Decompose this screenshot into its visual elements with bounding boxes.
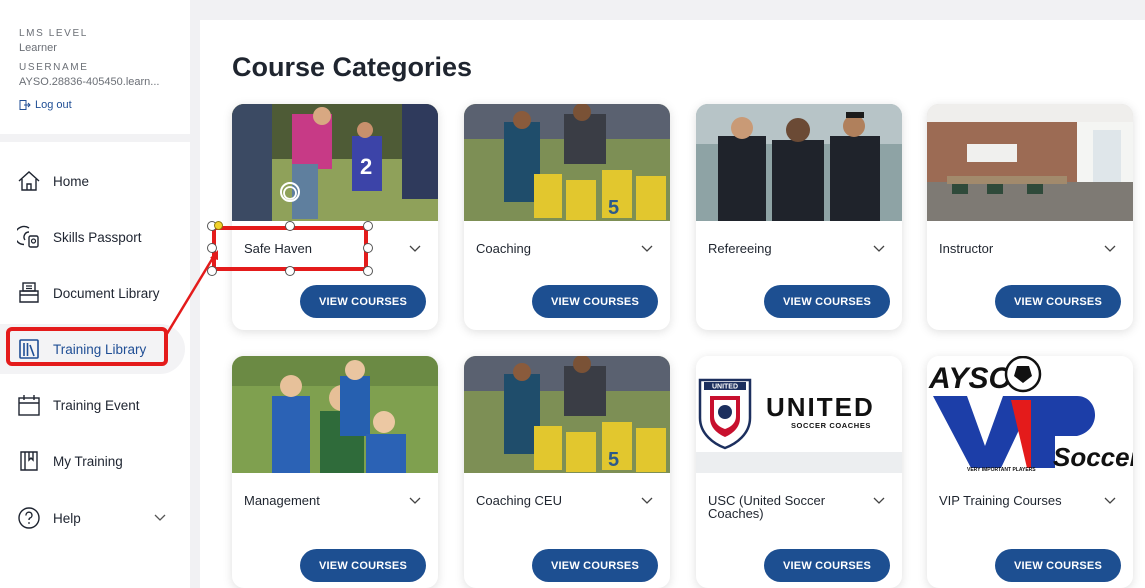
sidebar-item-label: My Training <box>53 453 123 469</box>
view-courses-button[interactable]: VIEW COURSES <box>764 285 890 318</box>
lms-level-value: Learner <box>19 42 57 54</box>
category-card-safe-haven: 2 Safe Haven VIEW COURSES <box>232 104 438 330</box>
category-image: 2 <box>232 104 438 221</box>
rotate-handle <box>214 221 223 230</box>
resize-handle <box>207 221 217 231</box>
sidebar-item-label: Help <box>53 510 81 526</box>
view-courses-button[interactable]: VIEW COURSES <box>300 549 426 582</box>
top-bar <box>190 0 1145 20</box>
category-title: Coaching <box>476 241 531 256</box>
logout-link[interactable]: Log out <box>19 99 190 111</box>
usc-subtitle: SOCCER COACHES <box>791 421 871 430</box>
category-card-coaching: 5 Coaching VIEW COURSES <box>464 104 670 330</box>
category-card-refereeing: Refereeing VIEW COURSES <box>696 104 902 330</box>
view-courses-button[interactable]: VIEW COURSES <box>995 549 1121 582</box>
category-title: USC (United Soccer Coaches) <box>708 493 826 521</box>
chevron-down-icon[interactable] <box>1103 493 1117 507</box>
home-icon <box>17 169 41 193</box>
svg-text:5: 5 <box>608 449 619 471</box>
sidebar-item-label: Document Library <box>53 285 160 301</box>
sidebar-item-document-library[interactable]: Document Library <box>0 268 185 318</box>
sidebar-item-label: Home <box>53 173 90 189</box>
vip-ayso-text: AYSO <box>928 362 1012 395</box>
category-title: VIP Training Courses <box>939 493 1062 508</box>
username-value: AYSO.28836-405450.learn... <box>19 76 160 88</box>
category-title: Management <box>244 493 320 508</box>
category-card-usc: UNITED UNITED SOCCER COACHES USC (United… <box>696 356 902 588</box>
sidebar-item-label: Training Library <box>53 341 147 357</box>
category-title: Instructor <box>939 241 994 256</box>
category-card-coaching-ceu: 5 Coaching CEU VIEW COURSES <box>464 356 670 588</box>
view-courses-button[interactable]: VIEW COURSES <box>532 549 658 582</box>
page-title: Course Categories <box>232 52 473 82</box>
chevron-down-icon[interactable] <box>640 241 654 255</box>
category-card-management: Management VIEW COURSES <box>232 356 438 588</box>
vip-soccer-text: Soccer <box>1053 442 1133 472</box>
sidebar-item-training-library[interactable]: Training Library <box>0 324 185 374</box>
user-info-panel: LMS LEVEL Learner USERNAME AYSO.28836-40… <box>0 0 190 142</box>
app-window: LMS LEVEL Learner USERNAME AYSO.28836-40… <box>0 0 1145 588</box>
category-image: 5 <box>464 104 670 221</box>
category-image: UNITED UNITED SOCCER COACHES <box>696 356 902 473</box>
chevron-down-icon[interactable] <box>153 510 167 524</box>
category-title: Coaching CEU <box>476 493 562 508</box>
lms-level-label: LMS LEVEL <box>19 28 88 39</box>
category-title: Refereeing <box>708 241 772 256</box>
sidebar-item-label: Training Event <box>53 397 140 413</box>
category-image: AYSO Soccer VERY IMPORTANT PLAYERS <box>927 356 1133 473</box>
chevron-down-icon[interactable] <box>872 493 886 507</box>
resize-handle <box>207 243 217 253</box>
category-image <box>927 104 1133 221</box>
category-card-instructor: Instructor VIEW COURSES <box>927 104 1133 330</box>
sidebar-item-label: Skills Passport <box>53 229 142 245</box>
category-title: Safe Haven <box>244 241 312 256</box>
logout-label: Log out <box>35 99 72 111</box>
category-card-vip: AYSO Soccer VERY IMPORTANT PLAYERS VIP T… <box>927 356 1133 588</box>
chevron-down-icon[interactable] <box>408 241 422 255</box>
library-icon <box>17 337 41 361</box>
sidebar-item-skills-passport[interactable]: Skills Passport <box>0 212 185 262</box>
chevron-down-icon[interactable] <box>1103 241 1117 255</box>
passport-icon <box>17 225 41 249</box>
usc-badge-text: UNITED <box>712 384 738 391</box>
vip-tagline: VERY IMPORTANT PLAYERS <box>967 467 1036 473</box>
resize-handle <box>207 266 217 276</box>
username-label: USERNAME <box>19 62 89 73</box>
sidebar: LMS LEVEL Learner USERNAME AYSO.28836-40… <box>0 0 190 588</box>
chevron-down-icon[interactable] <box>872 241 886 255</box>
sidebar-divider <box>190 0 200 588</box>
sidebar-item-my-training[interactable]: My Training <box>0 436 185 486</box>
sidebar-item-training-event[interactable]: Training Event <box>0 380 185 430</box>
view-courses-button[interactable]: VIEW COURSES <box>300 285 426 318</box>
category-image: 5 <box>464 356 670 473</box>
calendar-icon <box>17 393 41 417</box>
chevron-down-icon[interactable] <box>408 493 422 507</box>
help-icon <box>17 506 41 530</box>
logout-icon <box>19 100 31 110</box>
book-icon <box>17 449 41 473</box>
view-courses-button[interactable]: VIEW COURSES <box>764 549 890 582</box>
view-courses-button[interactable]: VIEW COURSES <box>532 285 658 318</box>
sidebar-item-home[interactable]: Home <box>0 156 185 206</box>
usc-wordmark: UNITED <box>766 392 875 422</box>
view-courses-button[interactable]: VIEW COURSES <box>995 285 1121 318</box>
chevron-down-icon[interactable] <box>640 493 654 507</box>
sidebar-item-help[interactable]: Help <box>0 493 185 543</box>
document-icon <box>17 281 41 305</box>
svg-text:2: 2 <box>360 154 372 179</box>
category-image <box>232 356 438 473</box>
category-image <box>696 104 902 221</box>
svg-text:5: 5 <box>608 197 619 219</box>
